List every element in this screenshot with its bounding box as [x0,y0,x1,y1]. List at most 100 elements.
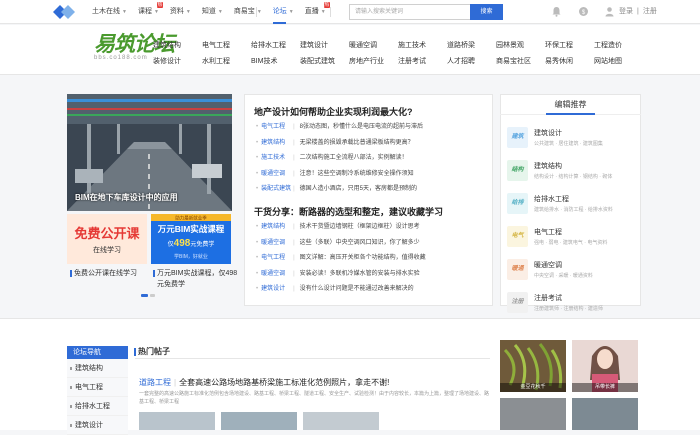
top-nav-item[interactable]: 商易宝 ▼ [234,0,262,24]
editor-pick-item[interactable]: 电气 电气工程 强电 · 弱电 · 建筑电气 · 电气资料 [507,223,639,253]
coin-icon[interactable]: $ [578,6,589,17]
board-name[interactable]: 暖通空调 [534,260,562,270]
promo-caption[interactable]: 万元BIM实战课程，仅498元免费学 [153,268,239,290]
promo-bim-course[interactable]: 助力最新就业季 万元BIM实战课程 仅498元免费学 学BIM，好就业 [151,214,231,264]
article-title[interactable]: 道路工程 | 全套高速公路场地路基桥梁施工标准化范例照片，拿走不谢! [139,377,489,388]
category-link[interactable]: 环保工程 [545,38,594,54]
news-category[interactable]: 电气工程 [261,120,291,136]
user-icon[interactable] [604,6,615,17]
article-category[interactable]: 道路工程 [139,378,171,387]
banner-caption[interactable]: BIM在地下车库设计中的应用 [75,192,178,203]
news-category[interactable]: 装配式建筑 [261,182,291,198]
category-link[interactable]: BIM技术 [251,54,300,70]
news-title[interactable]: 无梁楼盖的损毁承载比普通梁板结构更高？ [300,136,414,152]
article-thumbnail[interactable] [303,412,379,430]
headline-1[interactable]: 地产设计如何帮助企业实现利润最大化? [254,105,489,118]
top-nav-item[interactable]: 土木在线 ▼ [92,0,127,24]
news-title[interactable]: 8张动态图，秒懂什么是电压电流的超前与滞后 [300,120,423,136]
category-link[interactable]: 易秀休闲 [545,54,594,70]
category-link[interactable]: 工程造价 [594,38,643,54]
news-category[interactable]: 建筑设计 [261,282,291,298]
gallery-item[interactable] [572,398,638,430]
article-thumbnail[interactable] [221,412,297,430]
news-category[interactable]: 暖通空调 [261,236,291,252]
category-link[interactable]: 商易宝社区 [496,54,545,70]
news-item[interactable]: • 建筑设计 | 没有什么设计问题是不能通过改善来解决的 [256,282,488,298]
gallery-item[interactable] [500,398,566,430]
category-link[interactable]: 水利工程 [202,54,251,70]
category-link[interactable]: 建筑设计 [300,38,349,54]
headline-2[interactable]: 干货分享：断路器的选型和整定，建议收藏学习 [254,205,489,218]
category-link[interactable]: 注册考试 [398,54,447,70]
search-input[interactable]: 请输入搜索关键词 [349,4,470,20]
news-title[interactable]: 注意！这些空调制冷系统维修安全操作须知 [300,167,414,183]
news-category[interactable]: 暖通空调 [261,167,291,183]
news-category[interactable]: 施工技术 [261,151,291,167]
editor-pick-item[interactable]: 给排 给排水工程 建筑给排水 · 消防工程 · 给排水资料 [507,190,639,220]
category-link[interactable]: 建筑结构 [153,38,202,54]
article-title-text[interactable]: 全套高速公路场地路基桥梁施工标准化范例照片，拿走不谢! [179,378,389,387]
news-item[interactable]: • 装配式建筑 | 德国人造小酒店，只用5天，客房都是预制的 [256,182,488,198]
board-name[interactable]: 电气工程 [534,227,562,237]
editor-pick-item[interactable]: 注册 注册考试 注册建筑师 · 注册结构 · 建造师 [507,289,639,319]
category-link[interactable]: 道路桥梁 [447,38,496,54]
news-category[interactable]: 建筑结构 [261,220,291,236]
site-logo-icon[interactable] [53,5,75,19]
category-link[interactable]: 园林景观 [496,38,545,54]
top-nav-item[interactable]: 直播 ▼ 热 [305,0,330,24]
category-link[interactable]: 装配式建筑 [300,54,349,70]
news-item[interactable]: • 建筑结构 | 技术干货暨边墙钢柱（框架边框柱）设计思考 [256,220,488,236]
news-item[interactable]: • 电气工程 | 8张动态图，秒懂什么是电压电流的超前与滞后 [256,120,488,136]
top-nav-item[interactable]: 知道 ▼ [202,0,223,24]
login-link[interactable]: 登录 [619,8,633,15]
forum-nav-item[interactable]: 建筑结构 [67,359,128,378]
editor-pick-item[interactable]: 建筑 建筑设计 公共建筑 · 居住建筑 · 建筑图集 [507,124,639,154]
top-nav-item[interactable]: 课程 ▼ 热 [138,0,163,24]
board-name[interactable]: 建筑设计 [534,128,562,138]
news-category[interactable]: 建筑结构 [261,136,291,152]
category-link[interactable]: 装修设计 [153,54,202,70]
news-category[interactable]: 电气工程 [261,251,291,267]
news-item[interactable]: • 暖通空调 | 注意！这些空调制冷系统维修安全操作须知 [256,167,488,183]
promo-caption[interactable]: 免费公开课在线学习 [70,268,156,279]
forum-nav-item[interactable]: 给排水工程 [67,397,128,416]
news-title[interactable]: 没有什么设计问题是不能通过改善来解决的 [300,282,414,298]
register-link[interactable]: 注册 [643,8,657,15]
promo-free-course[interactable]: 免费公开课 在线学习 [67,214,147,264]
bell-icon[interactable] [551,6,562,17]
news-title[interactable]: 图文详解：高压开关柜各个功能结构，值得收藏 [300,251,426,267]
top-nav-item[interactable]: 资料 ▼ [170,0,191,24]
news-title[interactable]: 安装必读！多联机冷媒水管的安装与排水实验 [300,267,420,283]
board-name[interactable]: 给排水工程 [534,194,569,204]
forum-nav-item[interactable]: 电气工程 [67,378,128,397]
news-title[interactable]: 技术干货暨边墙钢柱（框架边框柱）设计思考 [300,220,420,236]
search-button[interactable]: 搜索 [470,4,503,20]
carousel-dot[interactable] [141,294,148,297]
news-title[interactable]: 二次结构施工全流程八部法，实例解读！ [300,151,408,167]
forum-nav-item[interactable]: 建筑设计 [67,416,128,435]
news-item[interactable]: • 施工技术 | 二次结构施工全流程八部法，实例解读！ [256,151,488,167]
editor-pick-item[interactable]: 结构 建筑结构 结构设计 · 结构计算 · 钢结构 · 砌体 [507,157,639,187]
category-link[interactable]: 电气工程 [202,38,251,54]
top-nav-item[interactable]: 论坛 ▼ [272,0,294,24]
news-item[interactable]: • 电气工程 | 图文详解：高压开关柜各个功能结构，值得收藏 [256,251,488,267]
category-link[interactable]: 施工技术 [398,38,447,54]
news-item[interactable]: • 建筑结构 | 无梁楼盖的损毁承载比普通梁板结构更高？ [256,136,488,152]
article-thumbnail[interactable] [139,412,215,430]
category-link[interactable]: 给排水工程 [251,38,300,54]
news-title[interactable]: 德国人造小酒店，只用5天，客房都是预制的 [300,182,417,198]
board-name[interactable]: 建筑结构 [534,161,562,171]
news-category[interactable]: 暖通空调 [261,267,291,283]
category-link[interactable]: 房地产行业 [349,54,398,70]
category-link[interactable]: 暖通空调 [349,38,398,54]
news-item[interactable]: • 暖通空调 | 安装必读！多联机冷媒水管的安装与排水实验 [256,267,488,283]
category-link[interactable]: 人才招聘 [447,54,496,70]
news-title[interactable]: 这些（多联）中央空调风口知识，你了解多少 [300,236,420,252]
gallery-item[interactable]: 金豆花秋千 [500,340,566,392]
category-link[interactable]: 网站地图 [594,54,643,70]
editor-pick-item[interactable]: 暖通 暖通空调 中央空调 · 采暖 · 暖通资料 [507,256,639,286]
board-name[interactable]: 注册考试 [534,293,562,303]
news-item[interactable]: • 暖通空调 | 这些（多联）中央空调风口知识，你了解多少 [256,236,488,252]
carousel-dot[interactable] [150,294,155,297]
gallery-item[interactable]: 吊带长裤 [572,340,638,392]
